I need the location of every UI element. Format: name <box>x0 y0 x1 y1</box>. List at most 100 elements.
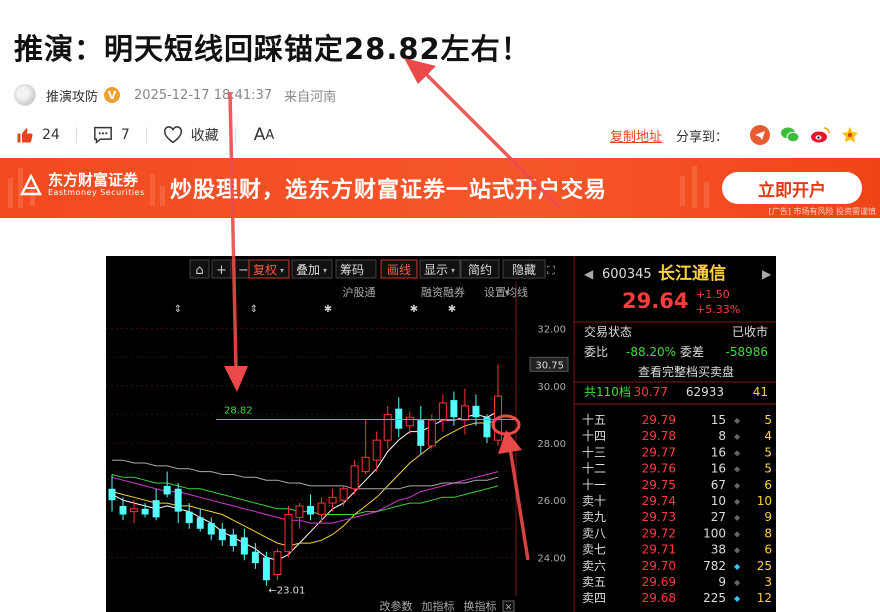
avatar[interactable] <box>14 84 36 106</box>
share-weibo-icon[interactable] <box>810 125 830 145</box>
book-level-price-8: 29.71 <box>642 543 676 557</box>
candle-body-27 <box>405 416 414 427</box>
candle-body-9 <box>207 523 215 535</box>
book-level-count-3: 5 <box>764 462 772 476</box>
wc-value: -58986 <box>725 345 768 359</box>
book-level-price-10: 29.69 <box>642 575 676 589</box>
book-level-label-3: 十二 <box>582 462 606 476</box>
candle-body-0 <box>108 488 116 501</box>
toolbar-label-4: 显示 <box>424 263 448 277</box>
font-size-big: A <box>253 125 266 145</box>
book-level-price-3: 29.76 <box>642 462 676 476</box>
copy-link-button[interactable]: 复制地址 <box>610 126 662 145</box>
favorite-label: 收藏 <box>190 128 219 144</box>
dropdown-caret-icon: ▾ <box>505 288 509 297</box>
candle-body-26 <box>395 408 403 429</box>
wc-label: 委差 <box>680 345 704 359</box>
book-marker-icon-3: ◆ <box>734 465 741 474</box>
chart-link-1[interactable]: 融资融券 <box>421 285 465 299</box>
full-book-link[interactable]: 查看完整档买卖盘 <box>638 364 734 379</box>
indicator-button-0[interactable]: 改参数 <box>380 599 413 612</box>
book-level-count-7: 8 <box>764 526 772 540</box>
book-level-volume-0: 15 <box>711 413 726 427</box>
candle-body-34 <box>483 417 491 438</box>
book-level-label-9: 卖六 <box>582 559 606 573</box>
indicator-button-2[interactable]: 换指标 <box>464 599 497 612</box>
total-count: 41 <box>753 385 768 399</box>
open-account-button[interactable]: 立即开户 <box>722 172 862 204</box>
book-level-count-2: 5 <box>764 445 772 459</box>
toolbar-label-1: 叠加 <box>296 263 320 277</box>
book-marker-icon-1: ◆ <box>734 432 741 441</box>
stock-chart-canvas: ⌂ + − 复权 ▾ 叠加 ▾ 筹码 画线 显示 ▾ 简约 隐藏 ⛶沪股通 融资融券 设置均线▾⇕ ⇕ ✱ ✱ ✱32… <box>106 256 776 612</box>
candle-body-20 <box>328 496 337 504</box>
wb-value: -88.20% <box>626 345 676 359</box>
comment-count: 7 <box>120 127 130 143</box>
book-level-label-2: 十三 <box>582 445 606 459</box>
book-level-price-4: 29.75 <box>642 478 676 492</box>
share-toutiao-icon[interactable] <box>750 125 770 145</box>
author-name[interactable]: 推演攻防 <box>46 86 98 105</box>
book-level-price-7: 29.72 <box>642 526 676 540</box>
chart-link-0[interactable]: 沪股通 <box>343 285 376 299</box>
fullscreen-icon: ⛶ <box>547 264 555 277</box>
like-button[interactable]: 24 <box>16 126 60 144</box>
ad-banner[interactable]: 东方财富证券 Eastmoney Securities 炒股理财，选东方财富证券… <box>0 158 880 218</box>
candle-body-7 <box>185 511 193 524</box>
font-size-button[interactable]: AA <box>254 125 275 145</box>
y-tick-label-3: 26.00 <box>537 496 566 507</box>
book-level-volume-9: 782 <box>703 559 726 573</box>
toolbar-label-5: 简约 <box>468 262 492 277</box>
event-marker-3: ✱ <box>410 304 418 315</box>
y-tick-label-1: 30.00 <box>537 382 566 393</box>
verified-badge-icon: V <box>104 87 121 103</box>
book-level-volume-2: 16 <box>711 445 726 459</box>
share-favorite-star-icon[interactable] <box>840 125 860 145</box>
comment-button[interactable]: 7 <box>93 126 130 144</box>
favorite-button[interactable]: 收藏 <box>163 125 219 145</box>
candle-body-30 <box>438 402 447 421</box>
y-tick-label-0: 32.00 <box>537 325 566 336</box>
candle-body-17 <box>295 505 304 518</box>
candle-body-12 <box>240 537 248 555</box>
trade-status-label: 交易状态 <box>584 324 632 339</box>
prev-stock-icon[interactable]: ◀ <box>584 267 594 281</box>
logo-en: Eastmoney Securities <box>48 188 145 197</box>
book-level-volume-8: 38 <box>711 543 726 557</box>
total-volume: 62933 <box>686 385 724 399</box>
event-marker-2: ✱ <box>324 304 332 315</box>
toolbar-label-6: 隐藏 <box>512 263 536 277</box>
book-level-count-11: 12 <box>757 591 772 605</box>
price-change-pct: +5.33% <box>696 303 740 316</box>
book-level-count-9: 25 <box>757 559 772 573</box>
post-location: 来自河南 <box>284 89 337 105</box>
candle-body-32 <box>460 405 469 421</box>
book-level-count-0: 5 <box>764 413 772 427</box>
share-label: 分享到： <box>675 129 728 145</box>
share-bar: 复制地址 分享到： <box>610 122 860 148</box>
heart-icon <box>163 126 182 144</box>
candle-body-1 <box>119 505 127 515</box>
total-price: 30.77 <box>634 385 668 399</box>
book-level-price-1: 29.78 <box>642 429 676 443</box>
eastmoney-logo: 东方财富证券 Eastmoney Securities <box>20 172 145 198</box>
candle-body-22 <box>350 465 359 490</box>
close-icon: ✕ <box>505 603 513 612</box>
candle-body-21 <box>339 488 348 501</box>
candle-body-33 <box>472 405 480 418</box>
divider <box>234 127 236 143</box>
event-marker-1: ⇕ <box>250 304 258 315</box>
indicator-button-1[interactable]: 加指标 <box>422 599 455 612</box>
y-tick-label-4: 24.00 <box>537 553 566 564</box>
share-wechat-icon[interactable] <box>780 125 800 145</box>
event-marker-4: ✱ <box>448 304 456 315</box>
next-stock-icon[interactable]: ▶ <box>762 267 772 281</box>
action-bar: 24 7 收藏 AA <box>16 122 290 148</box>
candle-body-14 <box>262 557 270 581</box>
book-level-label-8: 卖七 <box>582 543 606 557</box>
book-level-label-7: 卖八 <box>582 526 606 540</box>
book-level-label-4: 十一 <box>582 478 606 492</box>
book-level-label-5: 卖十 <box>582 494 606 508</box>
y-tick-label-2: 28.00 <box>537 439 566 450</box>
candle-body-3 <box>141 508 149 515</box>
